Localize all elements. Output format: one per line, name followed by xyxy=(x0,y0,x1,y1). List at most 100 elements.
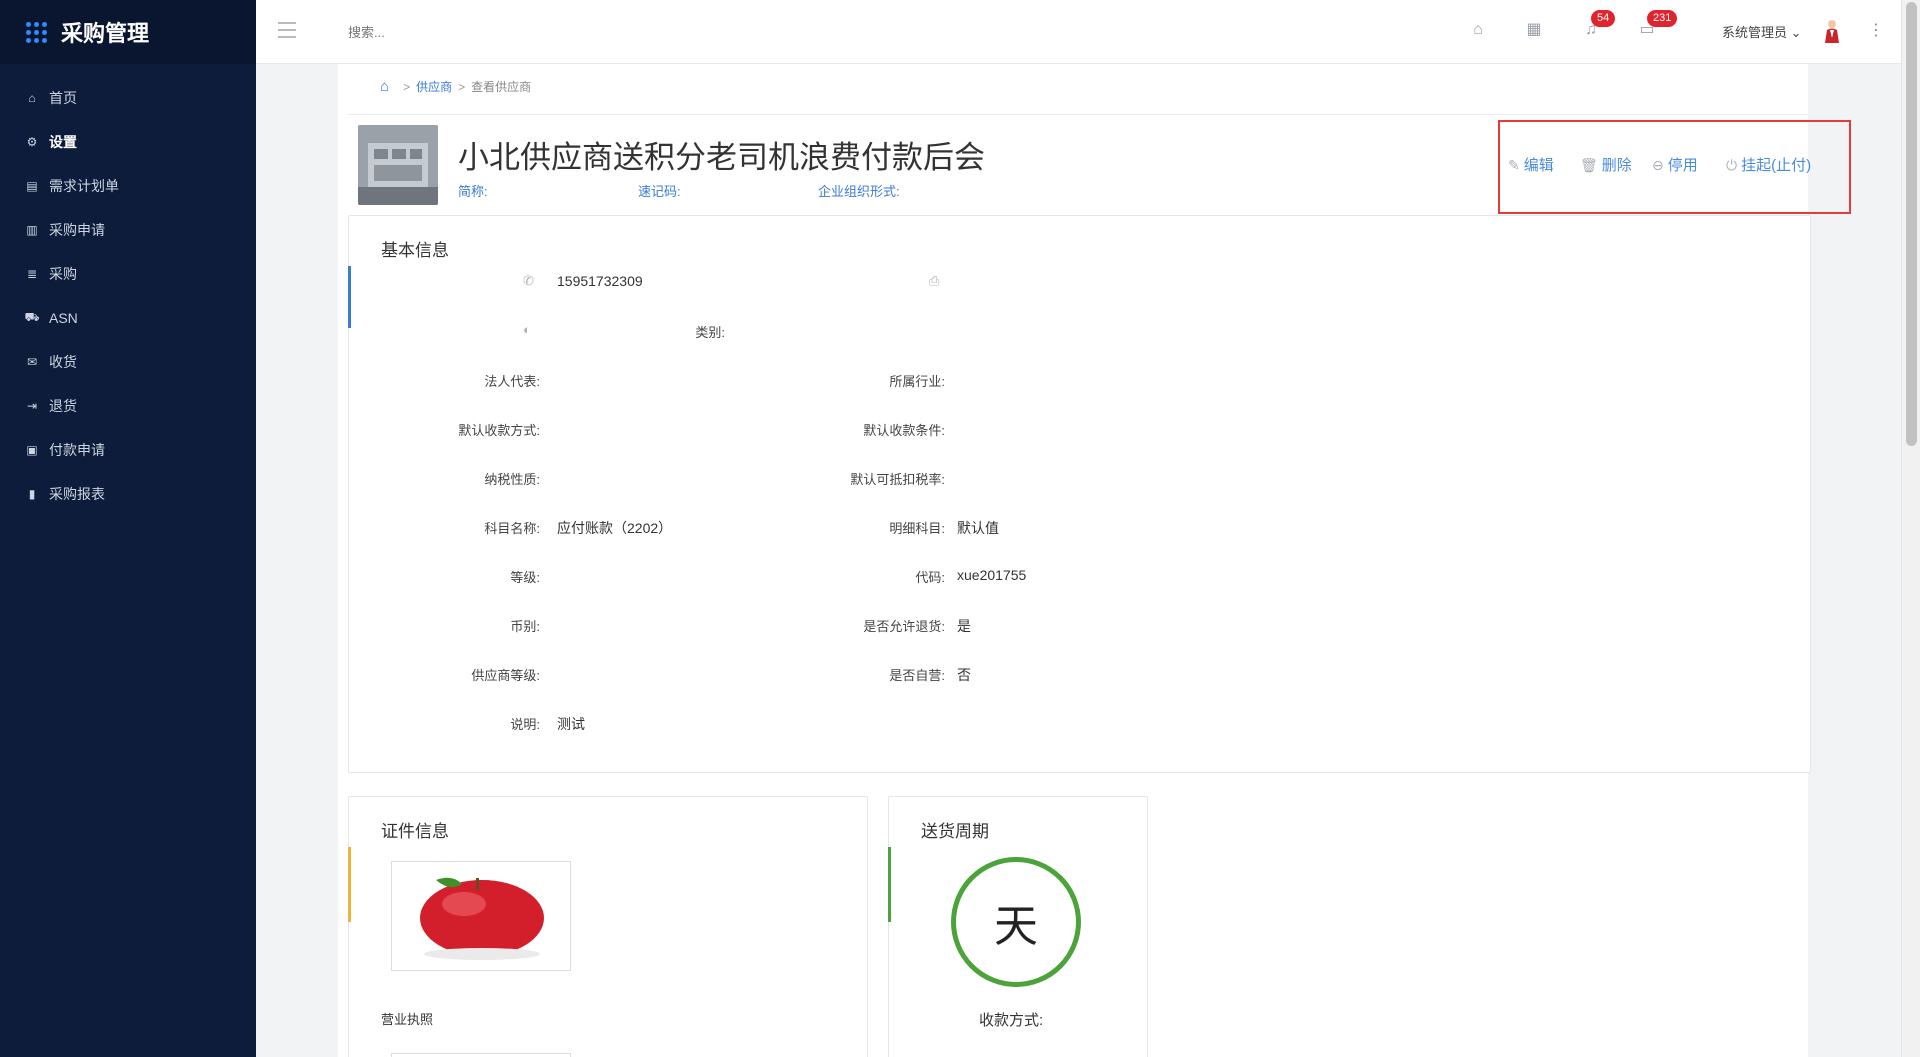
legal-rep-label: 法人代表: xyxy=(484,374,540,389)
sub-account-label: 明细科目: xyxy=(889,521,945,536)
edit-button[interactable]: ✎ 编辑 xyxy=(1508,154,1554,175)
delivery-cycle-panel: 送货周期 天 收款方式: xyxy=(888,796,1148,1057)
return-icon: ⇥ xyxy=(26,399,38,413)
minus-circle-icon: ⊖ xyxy=(1652,157,1664,173)
sidebar-item-purchase[interactable]: ≣ 采购 xyxy=(0,252,256,296)
home-icon[interactable]: ⌂ xyxy=(1468,20,1488,40)
delivery-title: 送货周期 xyxy=(921,822,989,841)
sub-account-value: 默认值 xyxy=(957,520,999,536)
document-icon: ▤ xyxy=(26,179,38,193)
avatar[interactable] xyxy=(1822,18,1842,44)
app-logo[interactable]: 采购管理 xyxy=(0,0,256,64)
short-name-label: 简称: xyxy=(458,184,488,199)
currency-label: 币别: xyxy=(510,619,540,634)
user-menu[interactable]: 系统管理员 ⌄ xyxy=(1722,22,1802,41)
payment-method-label: 收款方式: xyxy=(979,1012,1044,1029)
sidebar-item-purchase-request[interactable]: ▥ 采购申请 xyxy=(0,208,256,252)
phone-icon: ✆ xyxy=(523,273,534,288)
truck-icon: ⛟ xyxy=(24,310,40,324)
quick-code-label: 速记码: xyxy=(638,184,681,199)
gear-icon: ⚙ xyxy=(26,135,38,149)
app-title: 采购管理 xyxy=(61,21,150,46)
license-image[interactable] xyxy=(391,861,571,971)
top-bar: ⌂ ▦ ♫54 ▭231 系统管理员 ⌄ ⋮ xyxy=(256,0,1901,64)
home-icon: ⌂ xyxy=(28,91,36,105)
bar-chart-icon: ▮ xyxy=(28,487,36,501)
panel-accent xyxy=(888,847,891,922)
payment-terms-label: 默认收款条件: xyxy=(863,423,945,438)
allow-return-label: 是否允许退货: xyxy=(863,619,945,634)
sidebar-item-settings[interactable]: ⚙ 设置 xyxy=(0,120,256,164)
description-value: 测试 xyxy=(557,716,585,732)
grid-icon[interactable]: ▦ xyxy=(1524,20,1544,40)
vendor-name: 小北供应商送积分老司机浪费付款后会 xyxy=(458,140,985,175)
message-badge: 231 xyxy=(1647,10,1678,27)
home-icon[interactable]: ⌂ xyxy=(380,78,389,95)
inbox-icon: ✉ xyxy=(26,355,38,369)
tax-rate-label: 默认可抵扣税率: xyxy=(850,472,945,487)
self-operated-value: 否 xyxy=(957,667,971,683)
apps-grid-icon xyxy=(26,21,47,43)
fax-icon: ⎙ xyxy=(929,273,940,288)
license-caption: 营业执照 xyxy=(381,1012,434,1027)
sidebar-item-payment-request[interactable]: ▣ 付款申请 xyxy=(0,428,256,472)
category-label: 类别: xyxy=(695,325,725,340)
grade-label: 等级: xyxy=(510,570,540,585)
chevron-down-icon: ⌄ xyxy=(1790,25,1802,40)
certificate-title: 证件信息 xyxy=(381,822,449,841)
panel-accent xyxy=(348,266,351,328)
payment-icon: ▣ xyxy=(26,443,38,457)
search-input[interactable] xyxy=(348,18,648,46)
message-icon[interactable]: ▭ 231 xyxy=(1637,10,1678,40)
industry-label: 所属行业: xyxy=(889,374,945,389)
second-license-image[interactable] xyxy=(391,1053,571,1057)
scrollbar-thumb[interactable] xyxy=(1906,2,1917,446)
basic-info-panel: 基本信息 ✆ 15951732309 ⎙ ◐ 类别: 法人代表: 所属行业: 默… xyxy=(348,215,1811,773)
description-label: 说明: xyxy=(510,717,540,732)
panel-accent xyxy=(348,847,351,922)
menu-toggle-icon[interactable] xyxy=(278,22,296,38)
phone-value: 15951732309 xyxy=(557,273,643,289)
page-scrollbar[interactable] xyxy=(1901,0,1920,1057)
divider xyxy=(348,114,1808,115)
globe-icon: ◐ xyxy=(523,322,531,337)
code-value: xue201755 xyxy=(957,567,1027,583)
account-name-label: 科目名称: xyxy=(484,521,540,536)
allow-return-value: 是 xyxy=(957,618,971,634)
notification-badge: 54 xyxy=(1591,10,1616,27)
self-operated-label: 是否自营: xyxy=(889,668,945,683)
suspend-button[interactable]: ⏻ 挂起(止付) xyxy=(1726,154,1811,175)
sidebar: 采购管理 ⌂ 首页 ⚙ 设置 ▤ 需求计划单 ▥ 采购申请 ≣ 采购 ⛟ ASN ✉ 收货 ⇥… xyxy=(0,0,256,1057)
sidebar-item-home[interactable]: ⌂ 首页 xyxy=(0,76,256,120)
action-toolbar: ✎ 编辑 🗑 删除 ⊖ 停用 ⏻ 挂起(止付) xyxy=(1498,120,1851,214)
basic-info-title: 基本信息 xyxy=(381,241,449,260)
sidebar-item-receiving[interactable]: ✉ 收货 xyxy=(0,340,256,384)
list-icon: ≣ xyxy=(26,267,38,281)
breadcrumb-vendors[interactable]: 供应商 xyxy=(416,78,452,95)
delete-button[interactable]: 🗑 删除 xyxy=(1580,154,1632,175)
payment-method-label: 默认收款方式: xyxy=(458,423,540,438)
sidebar-item-return[interactable]: ⇥ 退货 xyxy=(0,384,256,428)
breadcrumb: ⌂ > 供应商 > 查看供应商 xyxy=(380,78,532,95)
clipboard-icon: ▥ xyxy=(26,223,38,237)
sidebar-item-asn[interactable]: ⛟ ASN xyxy=(0,296,256,340)
bell-icon[interactable]: ♫ 54 xyxy=(1581,10,1616,40)
pencil-icon: ✎ xyxy=(1508,157,1520,173)
vendor-image xyxy=(358,125,438,205)
code-label: 代码: xyxy=(915,570,945,585)
sidebar-menu: ⌂ 首页 ⚙ 设置 ▤ 需求计划单 ▥ 采购申请 ≣ 采购 ⛟ ASN ✉ 收货 ⇥ 退货 ▣ 付… xyxy=(0,76,256,516)
sidebar-item-demand-plan[interactable]: ▤ 需求计划单 xyxy=(0,164,256,208)
disable-button[interactable]: ⊖ 停用 xyxy=(1652,154,1698,175)
delivery-cycle-circle: 天 xyxy=(951,857,1081,987)
cycle-unit: 天 xyxy=(994,902,1038,951)
trash-icon: 🗑 xyxy=(1580,157,1598,173)
vendor-grade-label: 供应商等级: xyxy=(471,668,540,683)
certificate-panel: 证件信息 营业执照 xyxy=(348,796,868,1057)
more-vertical-icon[interactable]: ⋮ xyxy=(1868,20,1884,40)
sidebar-item-purchase-report[interactable]: ▮ 采购报表 xyxy=(0,472,256,516)
power-icon: ⏻ xyxy=(1726,157,1738,173)
org-form-label: 企业组织形式: xyxy=(818,184,900,199)
breadcrumb-current: 查看供应商 xyxy=(471,80,532,94)
main-content: ⌂ > 供应商 > 查看供应商 小北供应商送积分老司机浪费付款后会 简称: 速记… xyxy=(338,64,1851,1057)
tax-nature-label: 纳税性质: xyxy=(484,472,540,487)
